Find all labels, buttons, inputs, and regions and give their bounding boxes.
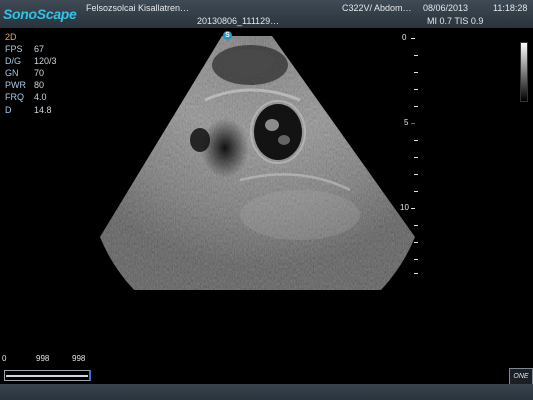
cine-end: 998 [72, 354, 86, 363]
depth-label-0: 0 [402, 33, 407, 42]
param-label: FPS [5, 44, 23, 55]
scan-sector [100, 36, 415, 290]
depth-tick [414, 225, 418, 226]
imaging-mode: 2D [5, 32, 17, 42]
param-label: D [5, 104, 12, 115]
depth-tick [414, 174, 418, 175]
depth-tick [414, 259, 418, 260]
param-value: 67 [34, 44, 45, 55]
gray-scale-bar [520, 42, 528, 102]
imaging-parameters: 2D FPS 67 D/G 120/3 GN 70 PWR 80 FRQ 4.0 D 14.… [5, 31, 57, 116]
param-value: 14.8 [34, 104, 52, 115]
depth-tick [414, 106, 418, 107]
param-value: 80 [34, 80, 45, 91]
param-value: 120/3 [34, 56, 57, 67]
bottom-bar [0, 384, 533, 400]
cine-start: 0 [2, 354, 7, 363]
param-label: GN [5, 68, 19, 79]
depth-tick [414, 55, 418, 56]
depth-tick [411, 208, 415, 209]
probe-orientation-marker: S [223, 31, 232, 40]
depth-label-5: 5 [404, 118, 409, 127]
param-value: 70 [34, 68, 45, 79]
param-label: FRQ [5, 92, 24, 103]
depth-tick [414, 72, 418, 73]
depth-tick [411, 38, 415, 39]
depth-tick [414, 157, 418, 158]
depth-tick [414, 191, 418, 192]
depth-label-10: 10 [400, 203, 409, 212]
cine-scale[interactable]: 0 998 998 [2, 354, 91, 384]
depth-tick [414, 89, 418, 90]
cine-fill [6, 375, 88, 377]
cine-progress-bar[interactable] [4, 370, 91, 381]
cine-mid: 998 [36, 354, 50, 363]
depth-tick [414, 242, 418, 243]
focus-marker [411, 123, 415, 124]
depth-scale: 0 5 10 [400, 33, 426, 283]
param-label: D/G [5, 56, 22, 67]
param-value: 4.0 [34, 92, 47, 103]
ultrasound-image [100, 36, 415, 290]
depth-tick [414, 140, 418, 141]
depth-tick [414, 273, 418, 274]
param-label: PWR [5, 80, 26, 91]
